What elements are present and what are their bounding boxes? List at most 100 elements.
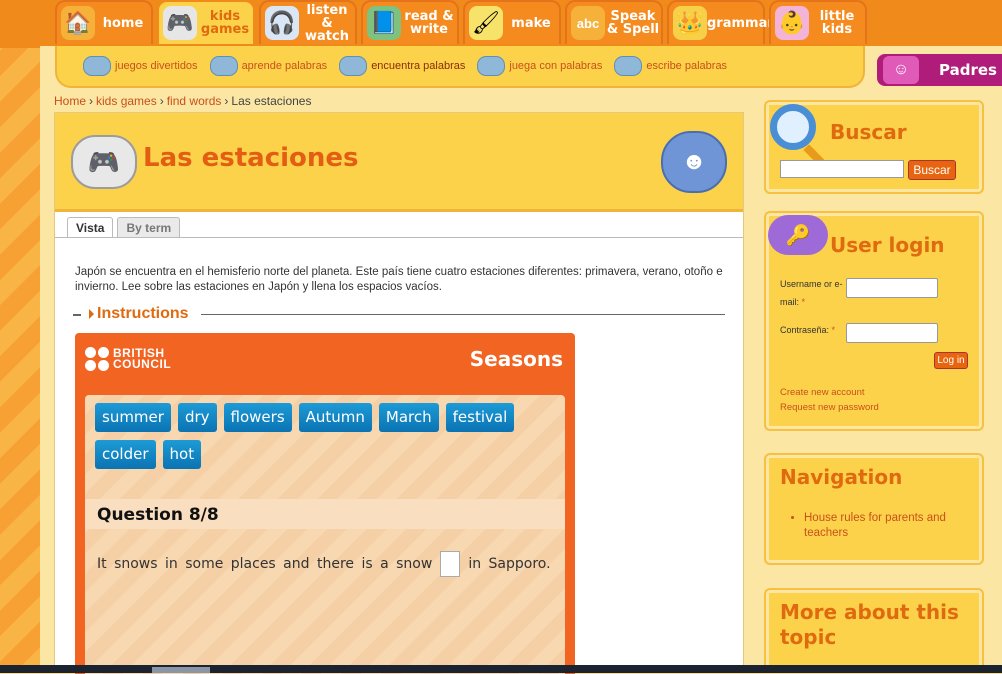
word-tile-dry[interactable]: dry — [177, 403, 217, 432]
subnav-label: juega con palabras — [509, 60, 603, 72]
book-pencil-icon: 📘 — [367, 6, 401, 40]
tab-listen-watch-label: listen & watch — [305, 2, 349, 44]
game-controller-icon — [83, 56, 111, 76]
password-field[interactable] — [846, 323, 938, 343]
mascot-icon: ☻ — [661, 131, 727, 193]
breadcrumb-separator: › — [89, 94, 94, 108]
word-tile-hot[interactable]: hot — [162, 440, 202, 469]
required-mark: * — [801, 297, 806, 307]
breadcrumb-home[interactable]: Home — [54, 94, 86, 108]
answer-blank-drop-target[interactable] — [440, 551, 461, 577]
word-tile-flowers[interactable]: flowers — [223, 403, 292, 432]
tab-read-write-label: read & write — [404, 9, 454, 37]
subnav-aprende-palabras[interactable]: aprende palabras — [209, 56, 327, 76]
gamepad-icon: 🎮 — [71, 135, 137, 189]
password-label-text: Contraseña: — [780, 325, 830, 335]
instructions-toggle[interactable]: Instructions — [73, 305, 725, 325]
login-button[interactable]: Log in — [934, 352, 968, 369]
game-title: Seasons — [469, 347, 563, 371]
breadcrumb-separator: › — [159, 94, 164, 108]
baby-icon: 👶 — [775, 6, 809, 40]
tab-grammar[interactable]: 👑 grammar — [667, 0, 774, 44]
view-tabs: Vista By term — [67, 217, 181, 238]
question-header: Question 8/8 — [85, 499, 565, 529]
house-icon: 🏠 — [61, 6, 95, 40]
instructions-label: Instructions — [97, 305, 189, 322]
subnav-encuentra-palabras[interactable]: encuentra palabras — [339, 56, 465, 76]
taskbar-strip — [0, 665, 1002, 673]
divider — [201, 314, 725, 315]
word-tile-summer[interactable]: summer — [95, 403, 171, 432]
subnav-juega-con-palabras[interactable]: juega con palabras — [477, 56, 602, 76]
subnav-escribe-palabras[interactable]: escribe palabras — [614, 56, 727, 76]
british-council-logo: BRITISH COUNCIL — [85, 347, 171, 371]
mp3-player-icon: 🎧 — [265, 6, 299, 40]
tab-kids-games-label: kids games — [200, 9, 250, 37]
navigation-list: House rules for parents and teachers — [780, 511, 974, 541]
tab-by-term[interactable]: By term — [117, 217, 181, 238]
breadcrumb: Home › kids games › find words › Las estacione… — [54, 94, 311, 108]
tab-listen-watch[interactable]: 🎧 listen & watch — [259, 0, 357, 44]
tab-little-kids[interactable]: 👶 little kids — [769, 0, 867, 44]
word-tile-festival[interactable]: festival — [445, 403, 515, 432]
game-board: summer dry flowers Autumn March festival… — [85, 395, 565, 674]
games-subnavigation: juegos divertidos aprende palabras encue… — [55, 46, 865, 88]
main-content: 🎮 Las estaciones ☻ Vista By term Japón s… — [54, 112, 744, 674]
tab-read-write[interactable]: 📘 read & write — [361, 0, 459, 44]
breadcrumb-find-words[interactable]: find words — [167, 94, 222, 108]
subnav-label: juegos divertidos — [115, 60, 198, 72]
tab-vista[interactable]: Vista — [67, 217, 114, 238]
page-background-stripes — [0, 0, 40, 673]
question-text-before: It snows in some places and there is a s… — [97, 556, 433, 572]
top-navigation: 🏠 home 🎮 kids games 🎧 listen & watch 📘 r… — [55, 0, 867, 46]
more-title: More about this topic — [780, 600, 959, 649]
word-tile-march[interactable]: March — [378, 403, 439, 432]
breadcrumb-kids-games[interactable]: kids games — [96, 94, 157, 108]
username-label: Username or e-mail: * — [780, 275, 846, 311]
username-field[interactable] — [846, 278, 938, 298]
question-text-after: in Sapporo. — [468, 556, 551, 572]
word-bank: summer dry flowers Autumn March festival… — [95, 403, 555, 469]
expand-arrow-icon — [89, 309, 94, 319]
tab-make-label: make — [511, 15, 551, 31]
tab-grammar-label: grammar — [707, 15, 774, 31]
game-controller-icon — [477, 56, 506, 76]
nav-item-house-rules[interactable]: House rules for parents and teachers — [804, 511, 974, 541]
tab-home[interactable]: 🏠 home — [55, 0, 153, 44]
tab-make[interactable]: 🖌 make — [463, 0, 561, 44]
paint-jar-icon: 🖌 — [469, 6, 503, 40]
page-header: 🎮 Las estaciones ☻ — [55, 113, 743, 212]
tab-little-kids-label: little kids — [819, 9, 855, 37]
subnav-juegos-divertidos[interactable]: juegos divertidos — [83, 56, 198, 76]
subnav-label: encuentra palabras — [371, 60, 466, 72]
search-block: Buscar Buscar — [764, 100, 984, 194]
magnifier-icon — [770, 104, 816, 150]
abc-icon: abc — [571, 6, 605, 40]
password-label: Contraseña: * — [780, 321, 835, 339]
tab-home-label: home — [102, 15, 144, 31]
username-label-text: Username or e-mail: — [780, 279, 843, 307]
breadcrumb-separator: › — [224, 94, 229, 108]
question-counter: Question 8/8 — [97, 505, 219, 525]
parents-icon: ☺ — [883, 56, 919, 84]
create-account-link[interactable]: Create new account — [780, 387, 865, 398]
game-controller-icon — [209, 56, 238, 76]
padres-label: Padres — [939, 61, 997, 79]
navigation-block: Navigation House rules for parents and t… — [764, 453, 984, 565]
key-mascot-icon: 🔑 — [768, 215, 828, 255]
search-button[interactable]: Buscar — [908, 160, 956, 180]
brand-line-2: COUNCIL — [113, 357, 172, 371]
search-input[interactable] — [780, 160, 904, 178]
required-mark: * — [831, 325, 836, 335]
padres-button[interactable]: ☺ Padres — [877, 54, 1002, 86]
breadcrumb-current: Las estaciones — [231, 94, 312, 108]
request-password-link[interactable]: Request new password — [780, 402, 879, 413]
seasons-game: BRITISH COUNCIL Seasons summer dry flowe… — [75, 333, 575, 674]
divider — [73, 314, 81, 316]
word-tile-colder[interactable]: colder — [95, 440, 156, 469]
tab-kids-games[interactable]: 🎮 kids games — [157, 0, 255, 44]
game-controller-icon — [339, 56, 368, 76]
word-tile-autumn[interactable]: Autumn — [298, 403, 372, 432]
taskbar-item[interactable] — [152, 667, 210, 673]
tab-speak-spell[interactable]: abc Speak & Spell — [565, 0, 663, 44]
